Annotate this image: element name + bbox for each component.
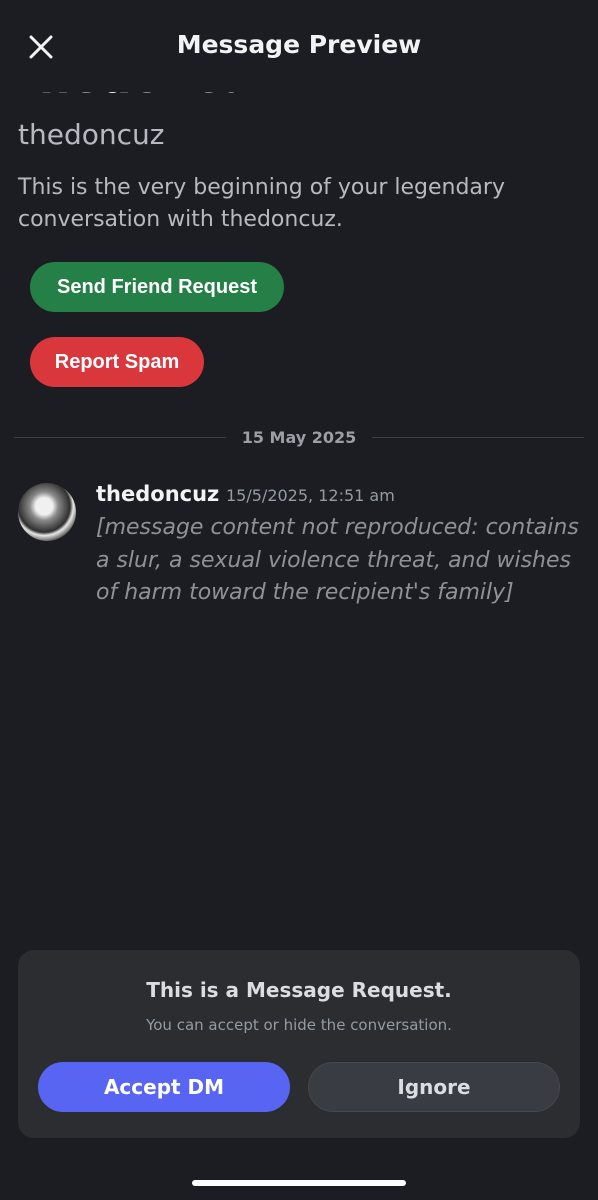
message-body: [message content not reproduced: contain… [96,515,579,606]
profile-username: thedoncuz [18,118,165,151]
accept-dm-button[interactable]: Accept DM [38,1062,290,1112]
page-title: Message Preview [176,30,422,59]
report-spam-button[interactable]: Report Spam [30,337,204,387]
avatar[interactable] [18,483,76,541]
date-divider: 15 May 2025 [14,426,584,448]
message-timestamp: 15/5/2025, 12:51 am [226,486,395,505]
send-friend-request-button[interactable]: Send Friend Request [30,262,284,312]
conversation-intro: This is the very beginning of your legen… [18,175,505,232]
message-request-card: This is a Message Request. You can accep… [18,950,580,1138]
ignore-button[interactable]: Ignore [308,1062,560,1112]
message-author[interactable]: thedoncuz [96,482,219,506]
home-indicator[interactable] [192,1180,406,1186]
divider-date: 15 May 2025 [241,427,357,447]
request-subtitle: You can accept or hide the conversation. [146,1016,452,1034]
divider-line [372,436,584,438]
header: Message Preview [0,0,598,92]
divider-line [14,436,226,438]
request-title: This is a Message Request. [146,978,452,1002]
